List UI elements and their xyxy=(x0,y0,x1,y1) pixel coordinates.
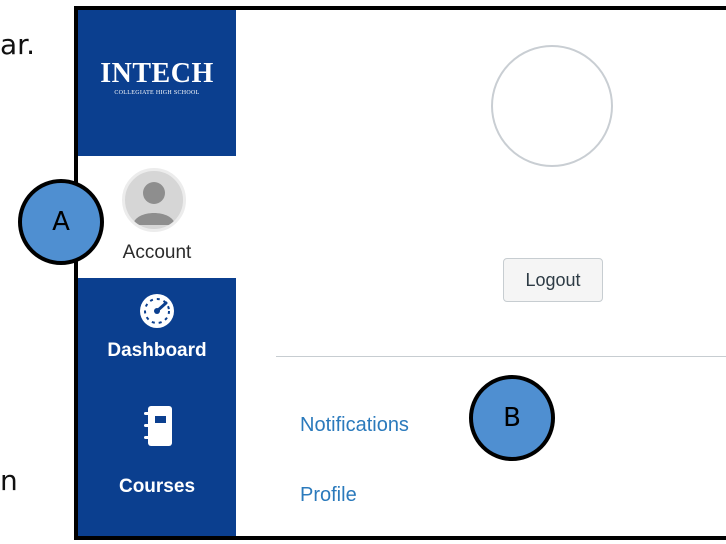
callout-a-badge: A xyxy=(18,179,104,265)
screenshot-frame: INTECH COLLEGIATE HIGH SCHOOL Account Da… xyxy=(74,6,726,540)
user-avatar-icon xyxy=(122,168,186,232)
divider xyxy=(276,356,726,357)
nav-item-label: Dashboard xyxy=(107,340,207,361)
notebook-icon xyxy=(140,404,176,453)
notifications-link[interactable]: Notifications xyxy=(300,414,409,437)
profile-link[interactable]: Profile xyxy=(300,484,357,507)
document-text-fragment-bottom: n xyxy=(0,464,18,497)
logout-button[interactable]: Logout xyxy=(503,258,603,302)
nav-item-courses[interactable]: Courses xyxy=(78,392,236,536)
nav-item-label: Courses xyxy=(118,476,196,497)
nav-item-label: Account xyxy=(122,242,192,263)
nav-item-dashboard[interactable]: Dashboard xyxy=(78,278,236,392)
brand-subtitle: COLLEGIATE HIGH SCHOOL xyxy=(114,90,200,96)
brand-name: INTECH xyxy=(100,58,214,89)
speedometer-icon xyxy=(138,292,176,335)
global-navigation-sidebar: INTECH COLLEGIATE HIGH SCHOOL Account Da… xyxy=(78,10,236,536)
brand-logo[interactable]: INTECH COLLEGIATE HIGH SCHOOL xyxy=(78,10,236,156)
document-text-fragment-top: ar. xyxy=(0,28,35,61)
profile-avatar[interactable] xyxy=(491,45,613,167)
callout-b-badge: B xyxy=(469,375,555,461)
